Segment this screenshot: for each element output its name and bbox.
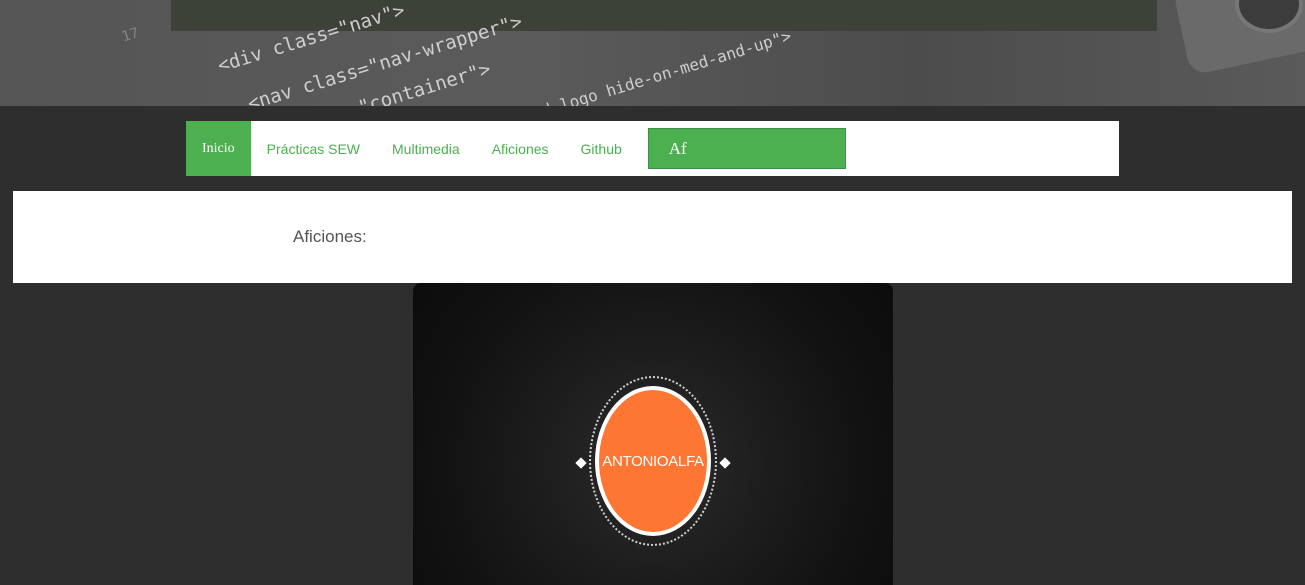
search-input[interactable] — [648, 129, 845, 168]
nav-item-inicio[interactable]: Inicio — [186, 121, 251, 176]
nav-item-github[interactable]: Github — [565, 121, 638, 176]
header-banner: 17 <div class="nav"> <nav class="nav-wra… — [0, 0, 1305, 106]
diamond-left-icon — [575, 457, 587, 469]
nav-item-aficiones[interactable]: Aficiones — [476, 121, 565, 176]
diamond-right-icon — [719, 457, 731, 469]
code-line-4: ad-logo hide-on-med-and-up"> — [530, 26, 794, 106]
section-title: Aficiones: — [293, 227, 367, 246]
nav-item-practicas-sew[interactable]: Prácticas SEW — [251, 121, 376, 176]
section-panel: Aficiones: — [13, 191, 1292, 283]
search-box — [647, 128, 846, 169]
main-navbar: Inicio Prácticas SEW Multimedia Aficione… — [186, 121, 1119, 176]
logo-text: ANTONIOALFA — [602, 452, 704, 470]
nav-item-multimedia[interactable]: Multimedia — [376, 121, 476, 176]
code-line-number: 17 — [120, 25, 141, 46]
logo-circle: ANTONIOALFA — [595, 386, 711, 536]
video-player[interactable]: ANTONIOALFA — [413, 283, 893, 585]
